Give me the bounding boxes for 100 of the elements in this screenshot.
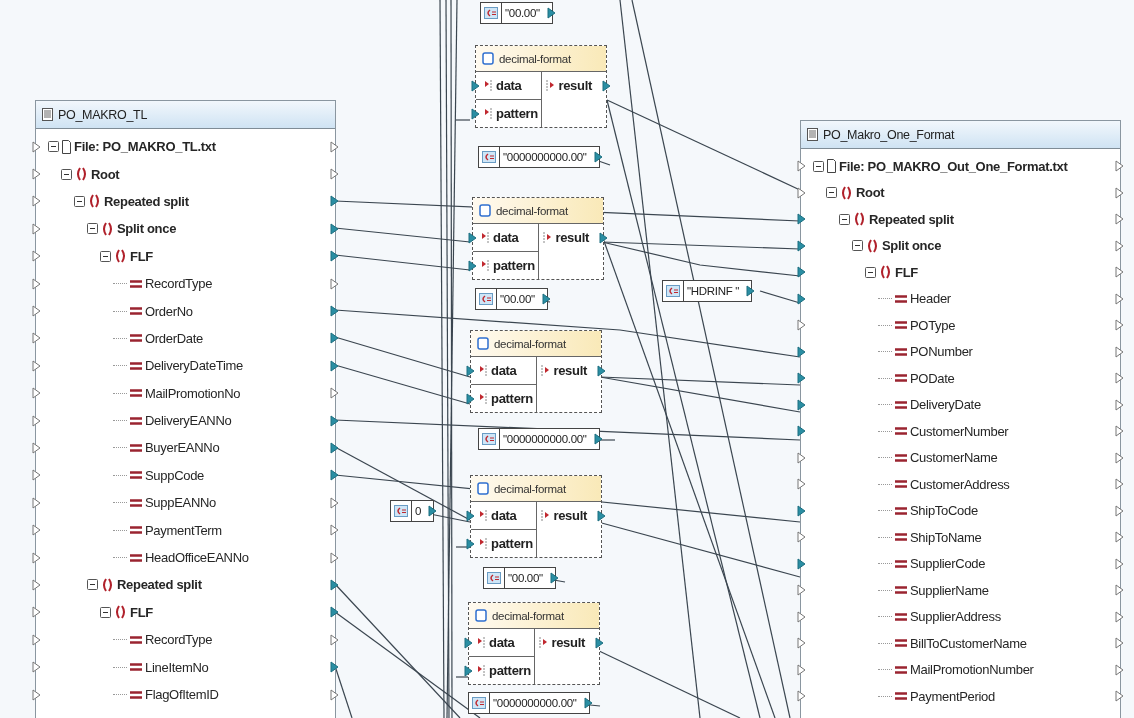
tree-item-label[interactable]: CustomerNumber xyxy=(910,423,1009,439)
input-port-icon[interactable] xyxy=(466,392,475,405)
input-port-icon[interactable] xyxy=(32,551,41,564)
tree-item-label[interactable]: SuppCode xyxy=(145,467,205,483)
input-port-icon[interactable] xyxy=(32,140,41,153)
input-port-icon[interactable] xyxy=(32,195,41,208)
input-port-icon[interactable] xyxy=(32,222,41,235)
tree-item-label[interactable]: RecordType xyxy=(145,276,213,292)
tree-item-label[interactable]: Root xyxy=(856,185,885,201)
input-port-icon[interactable] xyxy=(32,606,41,619)
input-port-icon[interactable] xyxy=(464,636,473,649)
output-port-icon[interactable] xyxy=(746,285,756,297)
input-port-icon[interactable] xyxy=(468,231,477,244)
tree-item-label[interactable]: Header xyxy=(910,291,951,307)
input-port-icon[interactable] xyxy=(797,266,806,279)
input-port-icon[interactable] xyxy=(32,305,41,318)
collapse-icon[interactable] xyxy=(839,213,850,225)
component-title-bar[interactable]: PO_MAKRO_TL xyxy=(36,101,335,129)
input-port-icon[interactable] xyxy=(466,509,475,522)
collapse-icon[interactable] xyxy=(852,240,863,252)
collapse-icon[interactable] xyxy=(87,223,98,235)
tree-item-label[interactable]: OrderNo xyxy=(145,303,193,319)
tree-item-label[interactable]: Root xyxy=(91,166,120,182)
output-port-icon[interactable] xyxy=(330,414,339,427)
input-port-icon[interactable] xyxy=(32,277,41,290)
tree-item-label[interactable]: SuppEANNo xyxy=(145,495,216,511)
collapse-icon[interactable] xyxy=(61,168,72,180)
tree-item-label[interactable]: ShipToCode xyxy=(910,503,978,519)
tree-item-label[interactable]: PONumber xyxy=(910,344,973,360)
input-port-icon[interactable] xyxy=(32,387,41,400)
collapse-icon[interactable] xyxy=(74,195,85,207)
input-port-icon[interactable] xyxy=(32,661,41,674)
component-title-bar[interactable]: PO_Makro_One_Format xyxy=(801,121,1120,149)
output-port-icon[interactable] xyxy=(599,231,608,244)
collapse-icon[interactable] xyxy=(826,187,837,199)
input-port-icon[interactable] xyxy=(797,319,806,332)
output-port-icon[interactable] xyxy=(546,7,556,19)
tree-item-label[interactable]: DeliveryEANNo xyxy=(145,413,232,429)
tree-item-label[interactable]: Split once xyxy=(882,238,942,254)
input-port-icon[interactable] xyxy=(797,663,806,676)
tree-item-label[interactable]: SupplierAddress xyxy=(910,609,1001,625)
tree-item-label[interactable]: OrderDate xyxy=(145,330,203,346)
input-port-icon[interactable] xyxy=(797,610,806,623)
input-port-icon[interactable] xyxy=(797,451,806,464)
collapse-icon[interactable] xyxy=(100,606,111,618)
tree-item-label[interactable]: CustomerAddress xyxy=(910,476,1010,492)
input-port-icon[interactable] xyxy=(32,250,41,263)
input-port-icon[interactable] xyxy=(32,578,41,591)
output-port-icon[interactable] xyxy=(330,606,339,619)
tree-item-label[interactable]: File: PO_MAKRO_Out_One_Format.txt xyxy=(839,158,1068,174)
input-port-icon[interactable] xyxy=(32,633,41,646)
input-port-icon[interactable] xyxy=(32,688,41,701)
output-port-icon[interactable] xyxy=(549,572,559,584)
output-port-icon[interactable] xyxy=(330,442,339,454)
output-port-icon[interactable] xyxy=(595,636,604,649)
input-port-icon[interactable] xyxy=(32,168,41,181)
output-port-icon[interactable] xyxy=(330,250,339,263)
collapse-icon[interactable] xyxy=(100,250,111,262)
output-port-icon[interactable] xyxy=(428,505,438,517)
tree-item-label[interactable]: Repeated split xyxy=(117,577,202,593)
tree-item-label[interactable]: FLF xyxy=(130,604,153,620)
input-port-icon[interactable] xyxy=(797,345,806,358)
output-port-icon[interactable] xyxy=(330,661,339,674)
input-port-icon[interactable] xyxy=(466,537,475,550)
tree-item-label[interactable]: LineItemNo xyxy=(145,659,209,675)
tree-item-label[interactable]: BuyerEANNo xyxy=(145,440,220,456)
input-port-icon[interactable] xyxy=(797,504,806,517)
tree-item-label[interactable]: POType xyxy=(910,317,956,333)
tree-item-label[interactable]: Split once xyxy=(117,221,177,237)
output-port-icon[interactable] xyxy=(593,433,603,445)
input-port-icon[interactable] xyxy=(471,107,480,120)
output-port-icon[interactable] xyxy=(330,332,339,345)
tree-item-label[interactable]: Repeated split xyxy=(104,193,189,209)
output-port-icon[interactable] xyxy=(330,305,339,318)
output-port-icon[interactable] xyxy=(597,364,606,377)
input-port-icon[interactable] xyxy=(32,524,41,537)
input-port-icon[interactable] xyxy=(466,364,475,377)
input-port-icon[interactable] xyxy=(797,292,806,305)
output-port-icon[interactable] xyxy=(330,578,339,591)
tree-item-label[interactable]: PaymentTerm xyxy=(145,522,222,538)
tree-item-label[interactable]: Repeated split xyxy=(869,211,954,227)
input-port-icon[interactable] xyxy=(32,414,41,427)
input-port-icon[interactable] xyxy=(797,478,806,491)
tree-item-label[interactable]: SupplierName xyxy=(910,582,989,598)
tree-item-label[interactable]: MailPromotionNo xyxy=(145,385,241,401)
input-port-icon[interactable] xyxy=(797,160,806,173)
tree-item-label[interactable]: FLF xyxy=(895,264,918,280)
output-port-icon[interactable] xyxy=(330,359,339,372)
tree-item-label[interactable]: FLF xyxy=(130,248,153,264)
tree-item-label[interactable]: FlagOfItemID xyxy=(145,687,219,702)
input-port-icon[interactable] xyxy=(464,664,473,677)
tree-item-label[interactable]: SupplierCode xyxy=(910,556,986,572)
output-port-icon[interactable] xyxy=(583,697,593,709)
output-port-icon[interactable] xyxy=(597,509,606,522)
input-port-icon[interactable] xyxy=(797,398,806,411)
input-port-icon[interactable] xyxy=(468,259,477,272)
tree-item-label[interactable]: BillToCustomerName xyxy=(910,635,1027,651)
collapse-icon[interactable] xyxy=(813,160,824,172)
tree-item-label[interactable]: File: PO_MAKRO_TL.txt xyxy=(74,139,216,155)
output-port-icon[interactable] xyxy=(330,222,339,235)
